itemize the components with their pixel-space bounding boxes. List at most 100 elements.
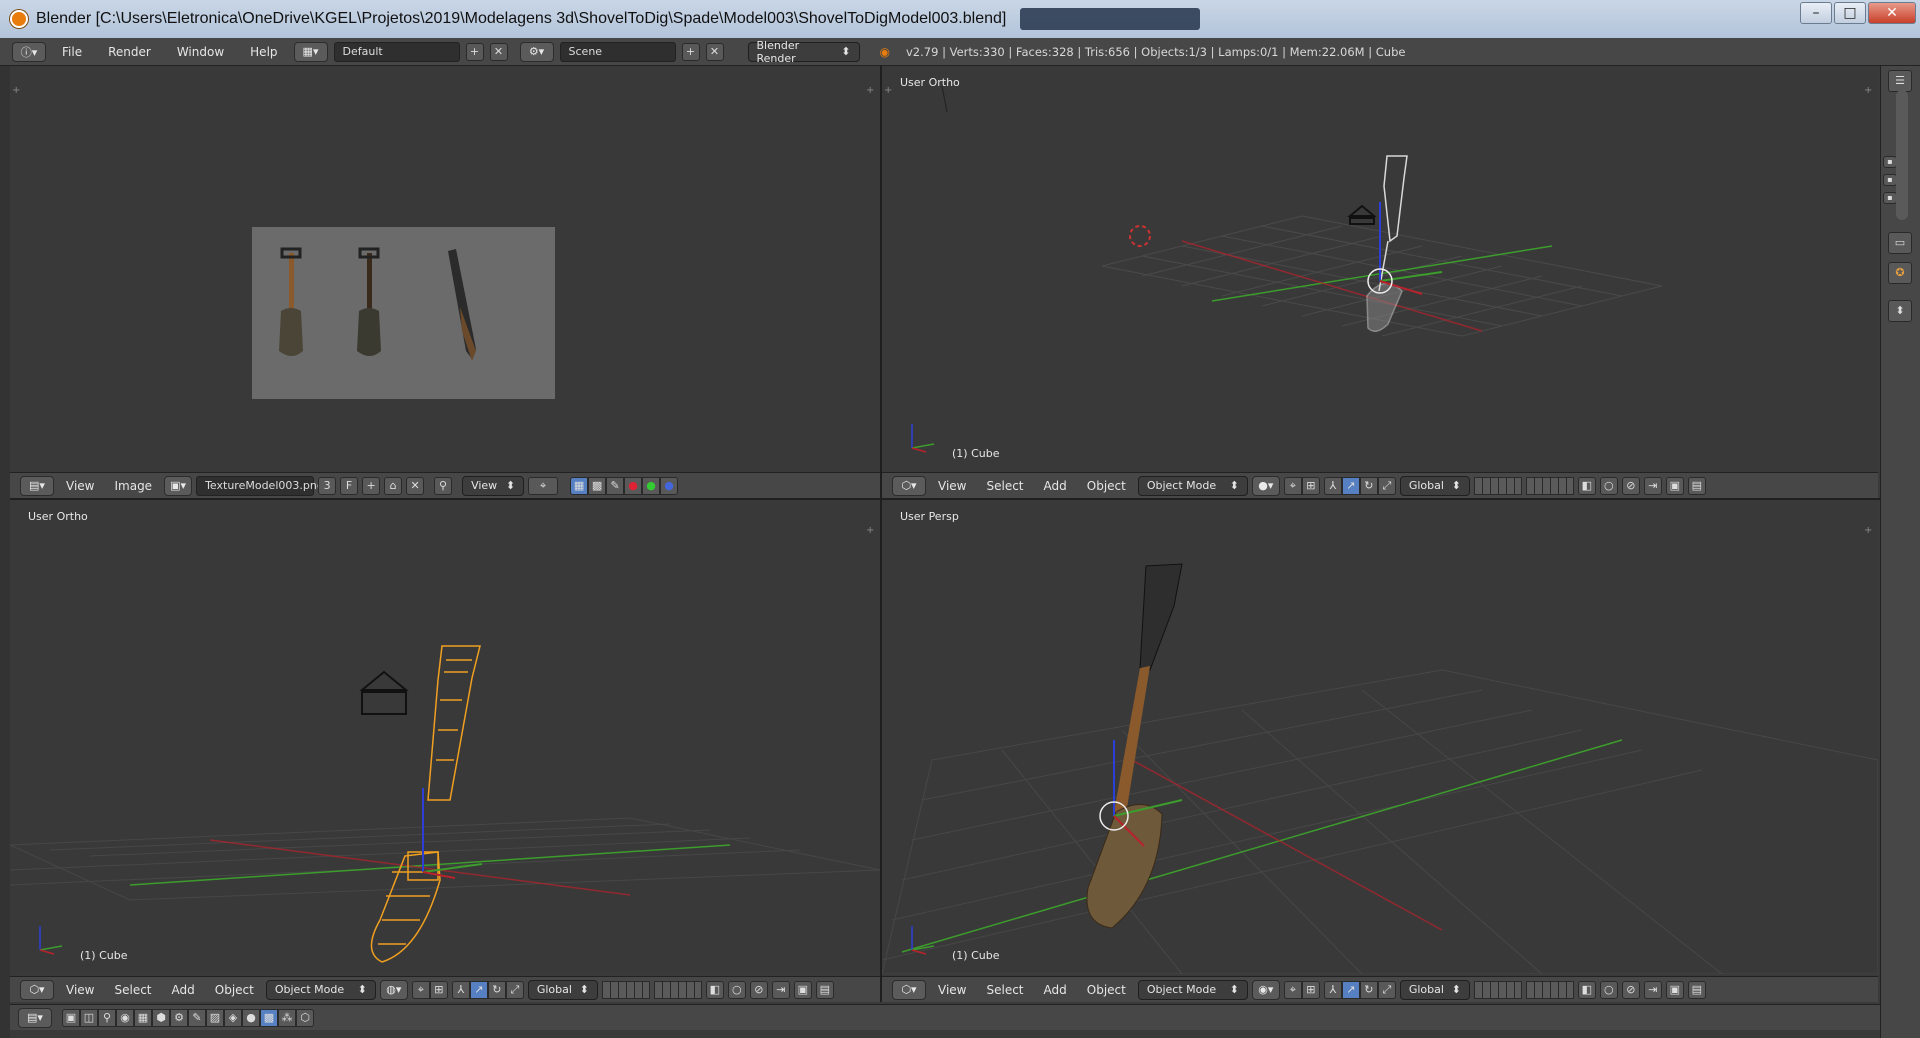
add-scene-icon[interactable]: + [681,42,700,61]
opengl-render-icon[interactable]: ▣ [1665,980,1684,999]
tool-icon[interactable]: ▨ [206,1008,224,1027]
tool-icon[interactable]: ▦ [134,1008,152,1027]
close-icon[interactable]: ✕ [489,42,508,61]
area-split-handle[interactable]: + [866,86,876,96]
red-channel-icon[interactable]: ● [624,476,643,495]
menu-add[interactable]: Add [1036,983,1075,997]
tool-icon[interactable]: ⚙ [170,1008,188,1027]
mode-dropdown[interactable]: Object Mode ⬍ [265,979,376,1000]
scale-icon[interactable]: ⤢ [505,980,524,999]
3d-cursor-icon[interactable] [1129,225,1151,247]
viewport-bottom-left[interactable]: User Ortho + (1) Cube [10,500,880,974]
pin-icon[interactable]: ⚲ [434,476,453,495]
opengl-render-icon[interactable]: ▣ [793,980,812,999]
layers-group-1[interactable] [1473,980,1522,999]
menu-view[interactable]: View [930,983,974,997]
editor-type-icon[interactable]: ⬡▾ [20,979,54,1000]
tool-icon[interactable]: ✎ [188,1008,206,1027]
render-props-icon[interactable]: ✪ [1888,262,1912,284]
green-channel-icon[interactable]: ● [642,476,661,495]
shading-icon[interactable]: ◉▾ [1251,979,1280,1000]
mode-dropdown[interactable]: Object Mode ⬍ [1137,475,1248,496]
menu-object[interactable]: Object [207,983,262,997]
menu-help[interactable]: Help [240,45,287,59]
visibility-icon[interactable]: ▪ [1883,192,1897,204]
outliner-scrollbar[interactable] [1896,90,1908,220]
delete-scene-icon[interactable]: ✕ [705,42,724,61]
menu-add[interactable]: Add [164,983,203,997]
snap-target-icon[interactable]: ⇥ [1643,476,1662,495]
editor-type-icon[interactable]: ⬡▾ [892,979,926,1000]
area-split-handle[interactable]: + [12,86,22,96]
vertical-area-divider[interactable] [880,66,882,1002]
paint-icon[interactable]: ✎ [606,476,625,495]
tool-icon[interactable]: ◉ [116,1008,134,1027]
origin-icon[interactable]: ⊞ [1301,980,1320,999]
add-icon[interactable]: + [465,42,484,61]
image-browse-icon[interactable]: ▣▾ [164,475,193,496]
scale-icon[interactable]: ⤢ [1377,980,1396,999]
menu-add[interactable]: Add [1036,479,1075,493]
viewport-bottom-right[interactable]: User Persp + (1) Cube [882,500,1878,974]
manipulator-toggle-icon[interactable]: ⅄ [1323,980,1342,999]
scale-icon[interactable]: ⤢ [1377,476,1396,495]
lock-layers-icon[interactable]: ◧ [1577,980,1596,999]
shading-icon[interactable]: ◍▾ [379,979,408,1000]
menu-select[interactable]: Select [978,983,1031,997]
render-anim-icon[interactable]: ▤ [1687,476,1706,495]
orientation-dropdown[interactable]: Global ⬍ [1399,979,1470,1000]
proportional-edit-icon[interactable]: ○ [727,980,746,999]
alpha-channel-icon[interactable]: ▩ [588,476,607,495]
rgb-channel-icon[interactable]: ▦ [570,476,589,495]
scroll-arrows-icon[interactable]: ⬍ [1888,300,1912,322]
rotate-icon[interactable]: ↻ [487,980,506,999]
mode-dropdown[interactable]: Object Mode ⬍ [1137,979,1248,1000]
translate-icon[interactable]: ↗ [1341,980,1360,999]
view-mode-dropdown[interactable]: View ⬍ [462,475,525,496]
visibility-icon[interactable]: ▪ [1883,156,1897,168]
screen-layout-icon[interactable]: ▦▾ [293,41,328,62]
tool-icon[interactable]: ⁂ [278,1008,296,1027]
render-engine-dropdown[interactable]: Blender Render ⬍ [747,39,860,65]
menu-view[interactable]: View [58,479,102,493]
origin-icon[interactable]: ⊞ [429,980,448,999]
orientation-dropdown[interactable]: Global ⬍ [527,979,598,1000]
tool-icon[interactable]: ⚲ [98,1008,116,1027]
render-anim-icon[interactable]: ▤ [815,980,834,999]
proportional-edit-icon[interactable]: ○ [1599,476,1618,495]
snap-icon[interactable]: ⊘ [1621,980,1640,999]
screen-layout-field[interactable]: Default [333,41,460,62]
lock-layers-icon[interactable]: ◧ [1577,476,1596,495]
menu-object[interactable]: Object [1079,479,1134,493]
menu-image[interactable]: Image [106,479,160,493]
scene-icon[interactable]: ⚙▾ [519,41,554,62]
menu-object[interactable]: Object [1079,983,1134,997]
tool-icon[interactable]: ◈ [224,1008,242,1027]
layers-group-2[interactable] [653,980,702,999]
lock-layers-icon[interactable]: ◧ [705,980,724,999]
snap-icon[interactable]: ⊘ [1621,476,1640,495]
editor-type-icon[interactable]: ⓘ▾ [12,41,46,62]
menu-view[interactable]: View [930,479,974,493]
viewport-top-right[interactable]: User Ortho + + (1) Cube [882,66,1878,472]
pivot-icon[interactable]: ⌖ [1283,980,1302,999]
orientation-dropdown[interactable]: Global ⬍ [1399,475,1470,496]
tool-icon[interactable]: ⬡ [296,1008,314,1027]
tool-icon[interactable]: ⬢ [152,1008,170,1027]
image-users-count[interactable]: 3 [318,476,337,495]
rotate-icon[interactable]: ↻ [1359,980,1378,999]
properties-icon[interactable]: ▭ [1888,232,1912,254]
editor-type-icon[interactable]: ⬡▾ [892,475,926,496]
layers-group-1[interactable] [601,980,650,999]
proportional-edit-icon[interactable]: ○ [1599,980,1618,999]
translate-icon[interactable]: ↗ [1341,476,1360,495]
image-name-field[interactable]: TextureModel003.png [196,475,324,496]
manipulator-toggle-icon[interactable]: ⅄ [1323,476,1342,495]
horizontal-area-divider[interactable] [10,498,1880,500]
tool-icon[interactable]: ◫ [80,1008,98,1027]
scene-field[interactable]: Scene [559,41,676,62]
translate-icon[interactable]: ↗ [469,980,488,999]
fake-user-button[interactable]: F [340,476,359,495]
rotate-icon[interactable]: ↻ [1359,476,1378,495]
blue-channel-icon[interactable]: ● [660,476,679,495]
